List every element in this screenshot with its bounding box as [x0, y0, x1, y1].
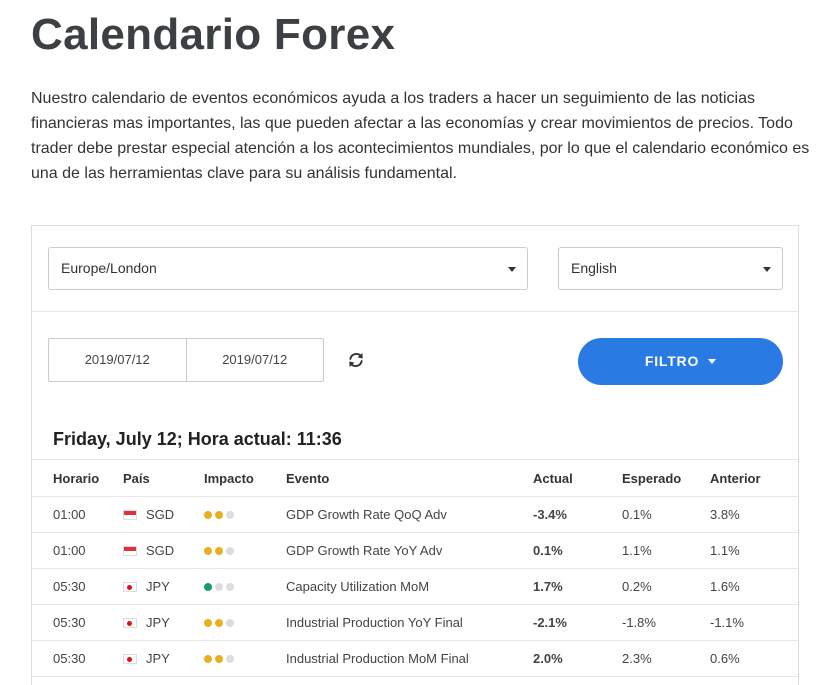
page-title: Calendario Forex	[31, 10, 396, 59]
divider	[32, 311, 798, 312]
event-previous: 3.8%	[710, 496, 798, 533]
event-time: 05:30	[32, 568, 123, 605]
refresh-icon[interactable]	[347, 351, 365, 369]
date-range: 2019/07/12 2019/07/12	[48, 338, 324, 382]
table-row[interactable]: 01:00 SGD GDP Growth Rate QoQ Adv -3.4% …	[32, 496, 798, 533]
filter-button-label: FILTRO	[644, 353, 700, 369]
event-actual: -3.4%	[533, 496, 622, 533]
event-name: Capacity Utilization MoM	[286, 568, 533, 605]
calendar-widget: Europe/London English 2019/07/12 2019/07…	[31, 225, 799, 685]
impact-dot-icon	[204, 583, 212, 591]
table-row[interactable]: 01:00 SGD GDP Growth Rate YoY Adv 0.1% 1…	[32, 532, 798, 569]
country-code: SGD	[146, 507, 175, 522]
country-code: SGD	[146, 543, 175, 558]
country-code: JPY	[146, 579, 170, 594]
column-header-expected[interactable]: Esperado	[622, 459, 710, 497]
japan-flag-icon	[123, 654, 137, 664]
event-previous: 0.6%	[710, 640, 798, 677]
event-name: Industrial Production MoM Final	[286, 640, 533, 677]
event-impact	[204, 496, 286, 533]
event-country: SGD	[123, 496, 204, 533]
event-previous: 1.1%	[710, 532, 798, 569]
column-header-impact[interactable]: Impacto	[204, 459, 286, 497]
event-actual: 0.1%	[533, 532, 622, 569]
event-impact	[204, 532, 286, 569]
event-previous: -1.1%	[710, 604, 798, 641]
impact-dot-icon	[226, 583, 234, 591]
event-actual: 2.0%	[533, 640, 622, 677]
event-country: JPY	[123, 640, 204, 677]
country-code: JPY	[146, 615, 170, 630]
table-row[interactable]: 05:30 JPY Industrial Production MoM Fina…	[32, 640, 798, 677]
date-to-input[interactable]: 2019/07/12	[185, 339, 324, 381]
caret-down-icon	[763, 267, 771, 272]
timezone-value: Europe/London	[61, 260, 157, 276]
event-actual: -2.1%	[533, 604, 622, 641]
impact-dot-icon	[215, 619, 223, 627]
event-impact	[204, 604, 286, 641]
column-header-previous[interactable]: Anterior	[710, 459, 798, 497]
impact-dot-icon	[204, 547, 212, 555]
caret-down-icon	[708, 359, 717, 364]
event-time: 05:30	[32, 640, 123, 677]
date-from-input[interactable]: 2019/07/12	[49, 339, 186, 381]
impact-dot-icon	[226, 655, 234, 663]
event-actual: 1.7%	[533, 568, 622, 605]
event-name: Industrial Production YoY Final	[286, 604, 533, 641]
event-expected: -1.8%	[622, 604, 710, 641]
language-value: English	[571, 260, 617, 276]
column-header-event[interactable]: Evento	[286, 459, 533, 497]
event-expected: 0.2%	[622, 568, 710, 605]
impact-dot-icon	[226, 511, 234, 519]
event-impact	[204, 568, 286, 605]
event-time: 05:30	[32, 604, 123, 641]
japan-flag-icon	[123, 618, 137, 628]
table-row[interactable]: 05:30 JPY Capacity Utilization MoM 1.7% …	[32, 568, 798, 605]
event-country: JPY	[123, 604, 204, 641]
singapore-flag-icon	[123, 546, 137, 556]
event-expected: 0.1%	[622, 496, 710, 533]
impact-dot-icon	[204, 655, 212, 663]
language-select[interactable]: English	[558, 247, 783, 290]
country-code: JPY	[146, 651, 170, 666]
event-name: GDP Growth Rate QoQ Adv	[286, 496, 533, 533]
column-header-country[interactable]: País	[123, 459, 204, 497]
event-impact	[204, 640, 286, 677]
impact-dot-icon	[226, 547, 234, 555]
impact-dot-icon	[226, 619, 234, 627]
table-header-row: Horario País Impacto Evento Actual Esper…	[32, 459, 798, 497]
impact-dot-icon	[204, 619, 212, 627]
event-name: GDP Growth Rate YoY Adv	[286, 532, 533, 569]
impact-dot-icon	[215, 511, 223, 519]
event-previous: 1.6%	[710, 568, 798, 605]
page-intro: Nuestro calendario de eventos económicos…	[31, 90, 810, 182]
impact-dot-icon	[215, 547, 223, 555]
event-time: 01:00	[32, 496, 123, 533]
column-header-time[interactable]: Horario	[32, 459, 123, 497]
filter-button[interactable]: FILTRO	[578, 338, 783, 385]
date-heading: Friday, July 12; Hora actual: 11:36	[53, 429, 342, 449]
event-country: JPY	[123, 568, 204, 605]
event-expected: 1.1%	[622, 532, 710, 569]
column-header-actual[interactable]: Actual	[533, 459, 622, 497]
japan-flag-icon	[123, 582, 137, 592]
timezone-select[interactable]: Europe/London	[48, 247, 528, 290]
event-country: SGD	[123, 532, 204, 569]
impact-dot-icon	[204, 511, 212, 519]
impact-dot-icon	[215, 655, 223, 663]
singapore-flag-icon	[123, 510, 137, 520]
events-table: Horario País Impacto Evento Actual Esper…	[32, 459, 798, 677]
impact-dot-icon	[215, 583, 223, 591]
event-expected: 2.3%	[622, 640, 710, 677]
event-time: 01:00	[32, 532, 123, 569]
caret-down-icon	[508, 267, 516, 272]
table-row[interactable]: 05:30 JPY Industrial Production YoY Fina…	[32, 604, 798, 641]
